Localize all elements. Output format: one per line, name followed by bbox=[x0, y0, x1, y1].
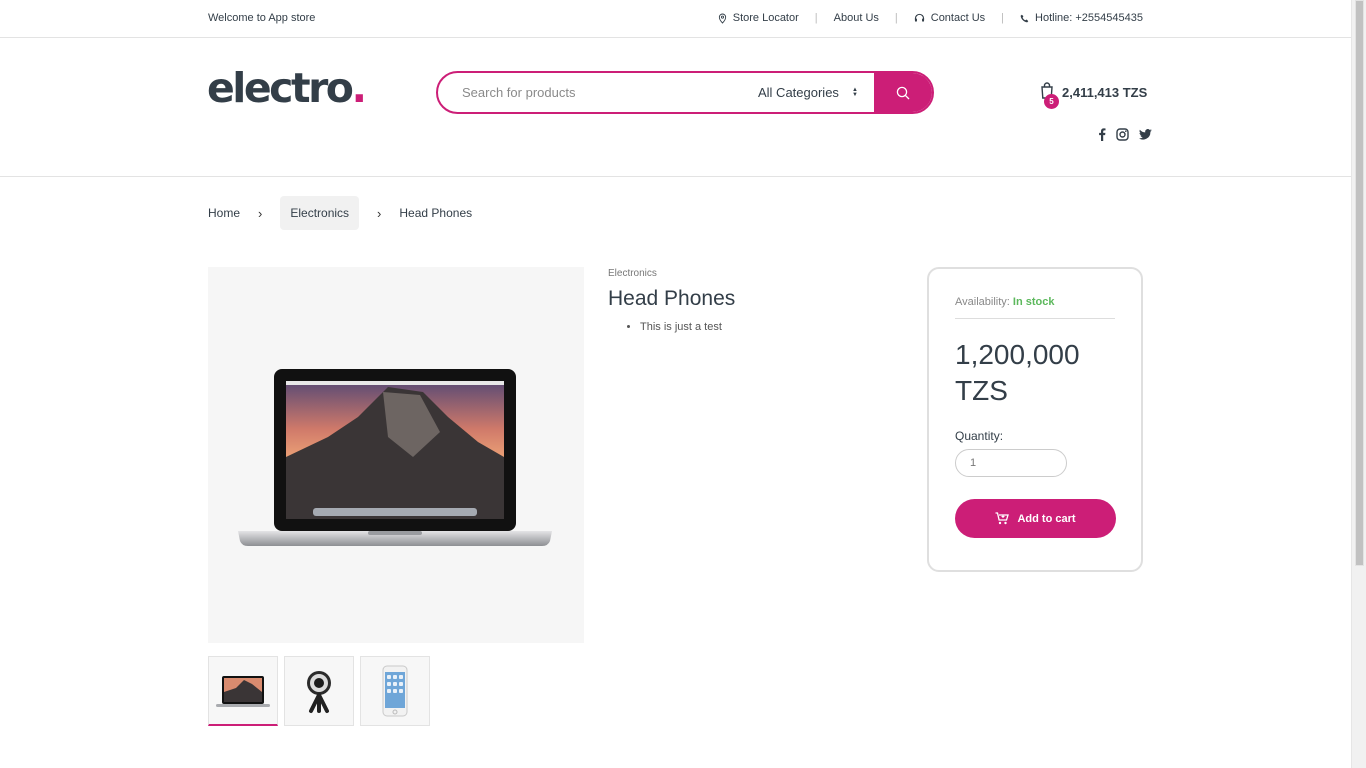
twitter-icon[interactable] bbox=[1139, 129, 1152, 140]
select-arrows-icon: ▲ ▼ bbox=[852, 86, 858, 98]
logo[interactable]: electro. bbox=[207, 64, 367, 112]
divider: | bbox=[1001, 12, 1005, 24]
search-button[interactable] bbox=[874, 73, 932, 112]
phone-thumbnail-image bbox=[382, 665, 408, 717]
breadcrumb-electronics[interactable]: Electronics bbox=[280, 196, 360, 230]
breadcrumb-current: Head Phones bbox=[399, 206, 473, 220]
cart-icon bbox=[995, 512, 1010, 525]
description-bullet: This is just a test bbox=[640, 321, 735, 333]
chevron-right-icon: › bbox=[258, 205, 263, 221]
thumbnail-laptop[interactable] bbox=[208, 656, 278, 726]
mini-cart[interactable]: 5 2,411,413 TZS bbox=[1040, 82, 1148, 109]
divider: | bbox=[814, 12, 818, 24]
search-bar: All Categories ▲▼ bbox=[436, 71, 934, 114]
add-to-cart-label: Add to cart bbox=[1017, 512, 1076, 525]
logo-dot: . bbox=[351, 64, 367, 112]
thumbnail-camera[interactable] bbox=[284, 656, 354, 726]
instagram-icon[interactable] bbox=[1116, 128, 1129, 141]
thumbnail-phone[interactable] bbox=[360, 656, 430, 726]
product-main-image[interactable] bbox=[208, 267, 584, 643]
camera-thumbnail-image bbox=[307, 671, 331, 713]
top-bar: Welcome to App store Store Locator | Abo… bbox=[0, 0, 1351, 38]
welcome-text: Welcome to App store bbox=[208, 12, 316, 24]
availability: Availability: In stock bbox=[955, 296, 1115, 319]
breadcrumb-home[interactable]: Home bbox=[208, 196, 240, 230]
cart-total: 2,411,413 TZS bbox=[1062, 84, 1148, 100]
map-pin-icon bbox=[718, 13, 726, 24]
store-locator-link[interactable]: Store Locator bbox=[718, 12, 799, 24]
logo-text: electro bbox=[207, 64, 354, 112]
category-select[interactable]: All Categories ▲ ▼ bbox=[744, 73, 874, 112]
product-title: Head Phones bbox=[608, 287, 736, 310]
product-thumbnails bbox=[208, 656, 430, 726]
cart-count-badge: 5 bbox=[1044, 94, 1059, 109]
product-info: Electronics Head Phones This is just a t… bbox=[608, 268, 735, 333]
quantity-input[interactable] bbox=[955, 449, 1067, 477]
shopping-bag-icon: 5 bbox=[1040, 82, 1059, 109]
search-icon bbox=[896, 86, 910, 99]
contact-us-label: Contact Us bbox=[930, 12, 986, 24]
product-category[interactable]: Electronics bbox=[608, 268, 735, 279]
category-select-value: All Categories bbox=[758, 85, 839, 100]
add-to-cart-button[interactable]: Add to cart bbox=[955, 499, 1116, 538]
breadcrumb: Home › Electronics › Head Phones bbox=[208, 196, 472, 230]
social-links bbox=[1098, 128, 1152, 141]
contact-us-link[interactable]: Contact Us bbox=[914, 12, 985, 24]
site-header: electro. All Categories ▲▼ 5 2,411,413 T… bbox=[0, 38, 1351, 177]
scrollbar-thumb[interactable] bbox=[1355, 0, 1364, 566]
about-us-link[interactable]: About Us bbox=[834, 12, 879, 24]
top-links: Store Locator | About Us | Contact Us | … bbox=[718, 12, 1143, 24]
phone-icon bbox=[1020, 14, 1029, 22]
hotline-link[interactable]: Hotline: +2554545435 bbox=[1020, 12, 1143, 24]
facebook-icon[interactable] bbox=[1098, 128, 1106, 141]
product-price: 1,200,000 TZS bbox=[955, 339, 1080, 406]
about-us-label: About Us bbox=[833, 12, 879, 24]
quantity-label: Quantity: bbox=[955, 429, 1004, 443]
divider: | bbox=[894, 12, 898, 24]
search-input[interactable] bbox=[438, 73, 744, 112]
page-scrollbar[interactable] bbox=[1351, 0, 1366, 768]
store-locator-label: Store Locator bbox=[732, 12, 799, 24]
stock-status: In stock bbox=[1012, 296, 1055, 308]
laptop-thumbnail-image bbox=[216, 675, 270, 707]
headset-icon bbox=[914, 13, 924, 22]
chevron-right-icon: › bbox=[377, 205, 382, 221]
product-description: This is just a test bbox=[640, 321, 735, 333]
purchase-box: Availability: In stock 1,200,000 TZS Qua… bbox=[927, 267, 1143, 572]
availability-label: Availability: bbox=[955, 296, 1010, 308]
hotline-label: Hotline: +2554545435 bbox=[1035, 12, 1143, 24]
